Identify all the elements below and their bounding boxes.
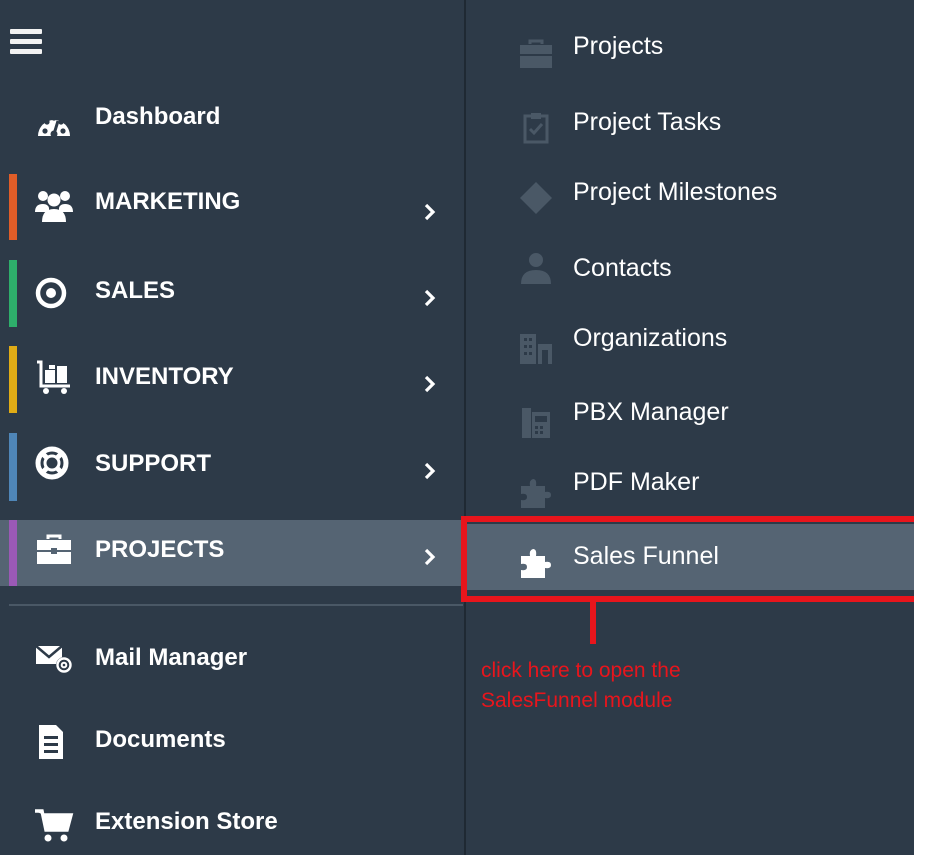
sidebar-item-marketing[interactable]: MARKETING — [0, 174, 462, 240]
sidebar-item-label: Dashboard — [95, 103, 221, 130]
submenu-item-label: Organizations — [573, 324, 728, 352]
submenu-item-label: Project Tasks — [573, 108, 722, 136]
briefcase-icon — [520, 39, 552, 68]
sidebar-item-dashboard[interactable]: Dashboard — [0, 92, 462, 148]
submenu-item-contacts[interactable]: Contacts — [466, 238, 927, 302]
clipboard-check-icon — [523, 113, 549, 144]
callout-annotation: click here to open the SalesFunnel modul… — [481, 656, 801, 716]
callout-line-2: SalesFunnel module — [481, 689, 673, 712]
submenu-item-pbx-manager[interactable]: PBX Manager — [466, 384, 927, 448]
submenu-item-label: PDF Maker — [573, 468, 700, 496]
sidebar-item-label: Documents — [95, 726, 226, 753]
chevron-right-icon — [424, 548, 436, 566]
submenu-item-sales-funnel[interactable]: Sales Funnel — [466, 524, 927, 590]
sidebar-divider — [9, 604, 463, 606]
sidebar-item-label: PROJECTS — [95, 536, 225, 563]
dashboard-gauge-icon — [38, 115, 70, 138]
sidebar-item-label: Mail Manager — [95, 644, 248, 671]
users-group-icon — [35, 191, 73, 222]
submenu-item-pdf-maker[interactable]: PDF Maker — [466, 454, 927, 518]
sidebar-item-label: INVENTORY — [95, 363, 234, 390]
chevron-right-icon — [424, 289, 436, 307]
briefcase-icon — [37, 534, 71, 564]
sidebar-item-label: MARKETING — [95, 188, 241, 215]
sidebar-item-documents[interactable]: Documents — [0, 712, 462, 772]
submenu-item-projects[interactable]: Projects — [466, 18, 927, 82]
submenu-item-label: Projects — [573, 32, 664, 60]
callout-line-1: click here to open the — [481, 659, 681, 682]
sidebar-item-label: SUPPORT — [95, 450, 212, 477]
projects-submenu: Projects Project Tasks Project Milestone… — [466, 0, 927, 855]
inventory-cart-icon — [37, 360, 70, 394]
mail-at-icon — [35, 645, 72, 673]
building-icon — [520, 334, 552, 364]
diamond-icon — [520, 182, 552, 214]
shopping-cart-icon — [35, 809, 74, 842]
window-edge — [914, 0, 927, 855]
submenu-item-project-tasks[interactable]: Project Tasks — [466, 92, 927, 156]
sidebar-item-label: Extension Store — [95, 808, 278, 835]
submenu-item-project-milestones[interactable]: Project Milestones — [466, 164, 927, 228]
sidebar-item-sales[interactable]: SALES — [0, 260, 462, 327]
sidebar-item-mail-manager[interactable]: Mail Manager — [0, 628, 462, 688]
support-accent-bar — [9, 433, 17, 501]
sidebar-item-label: SALES — [95, 277, 176, 304]
sidebar-item-support[interactable]: SUPPORT — [0, 433, 462, 501]
lifebuoy-icon — [35, 446, 69, 480]
chevron-right-icon — [424, 375, 436, 393]
document-icon — [39, 725, 63, 759]
target-icon — [35, 277, 67, 309]
submenu-item-organizations[interactable]: Organizations — [466, 310, 927, 374]
puzzle-icon — [521, 549, 551, 578]
puzzle-icon — [521, 479, 551, 508]
submenu-item-label: Sales Funnel — [573, 542, 719, 570]
hamburger-icon[interactable] — [10, 26, 44, 62]
sidebar-item-inventory[interactable]: INVENTORY — [0, 346, 462, 413]
sidebar-item-projects[interactable]: PROJECTS — [0, 520, 462, 586]
chevron-right-icon — [424, 203, 436, 221]
submenu-item-label: Contacts — [573, 254, 672, 282]
app-window: Dashboard MARKETING SALES INVENTORY SUPP… — [0, 0, 927, 855]
chevron-right-icon — [424, 462, 436, 480]
main-sidebar: Dashboard MARKETING SALES INVENTORY SUPP… — [0, 0, 466, 855]
person-icon — [521, 253, 551, 284]
marketing-accent-bar — [9, 174, 17, 240]
phone-exchange-icon — [522, 408, 550, 438]
sales-accent-bar — [9, 260, 17, 327]
submenu-item-label: Project Milestones — [573, 178, 778, 206]
projects-accent-bar — [9, 520, 17, 586]
sidebar-item-extension-store[interactable]: Extension Store — [0, 794, 462, 850]
callout-line — [590, 600, 596, 644]
submenu-item-label: PBX Manager — [573, 398, 729, 426]
inventory-accent-bar — [9, 346, 17, 413]
